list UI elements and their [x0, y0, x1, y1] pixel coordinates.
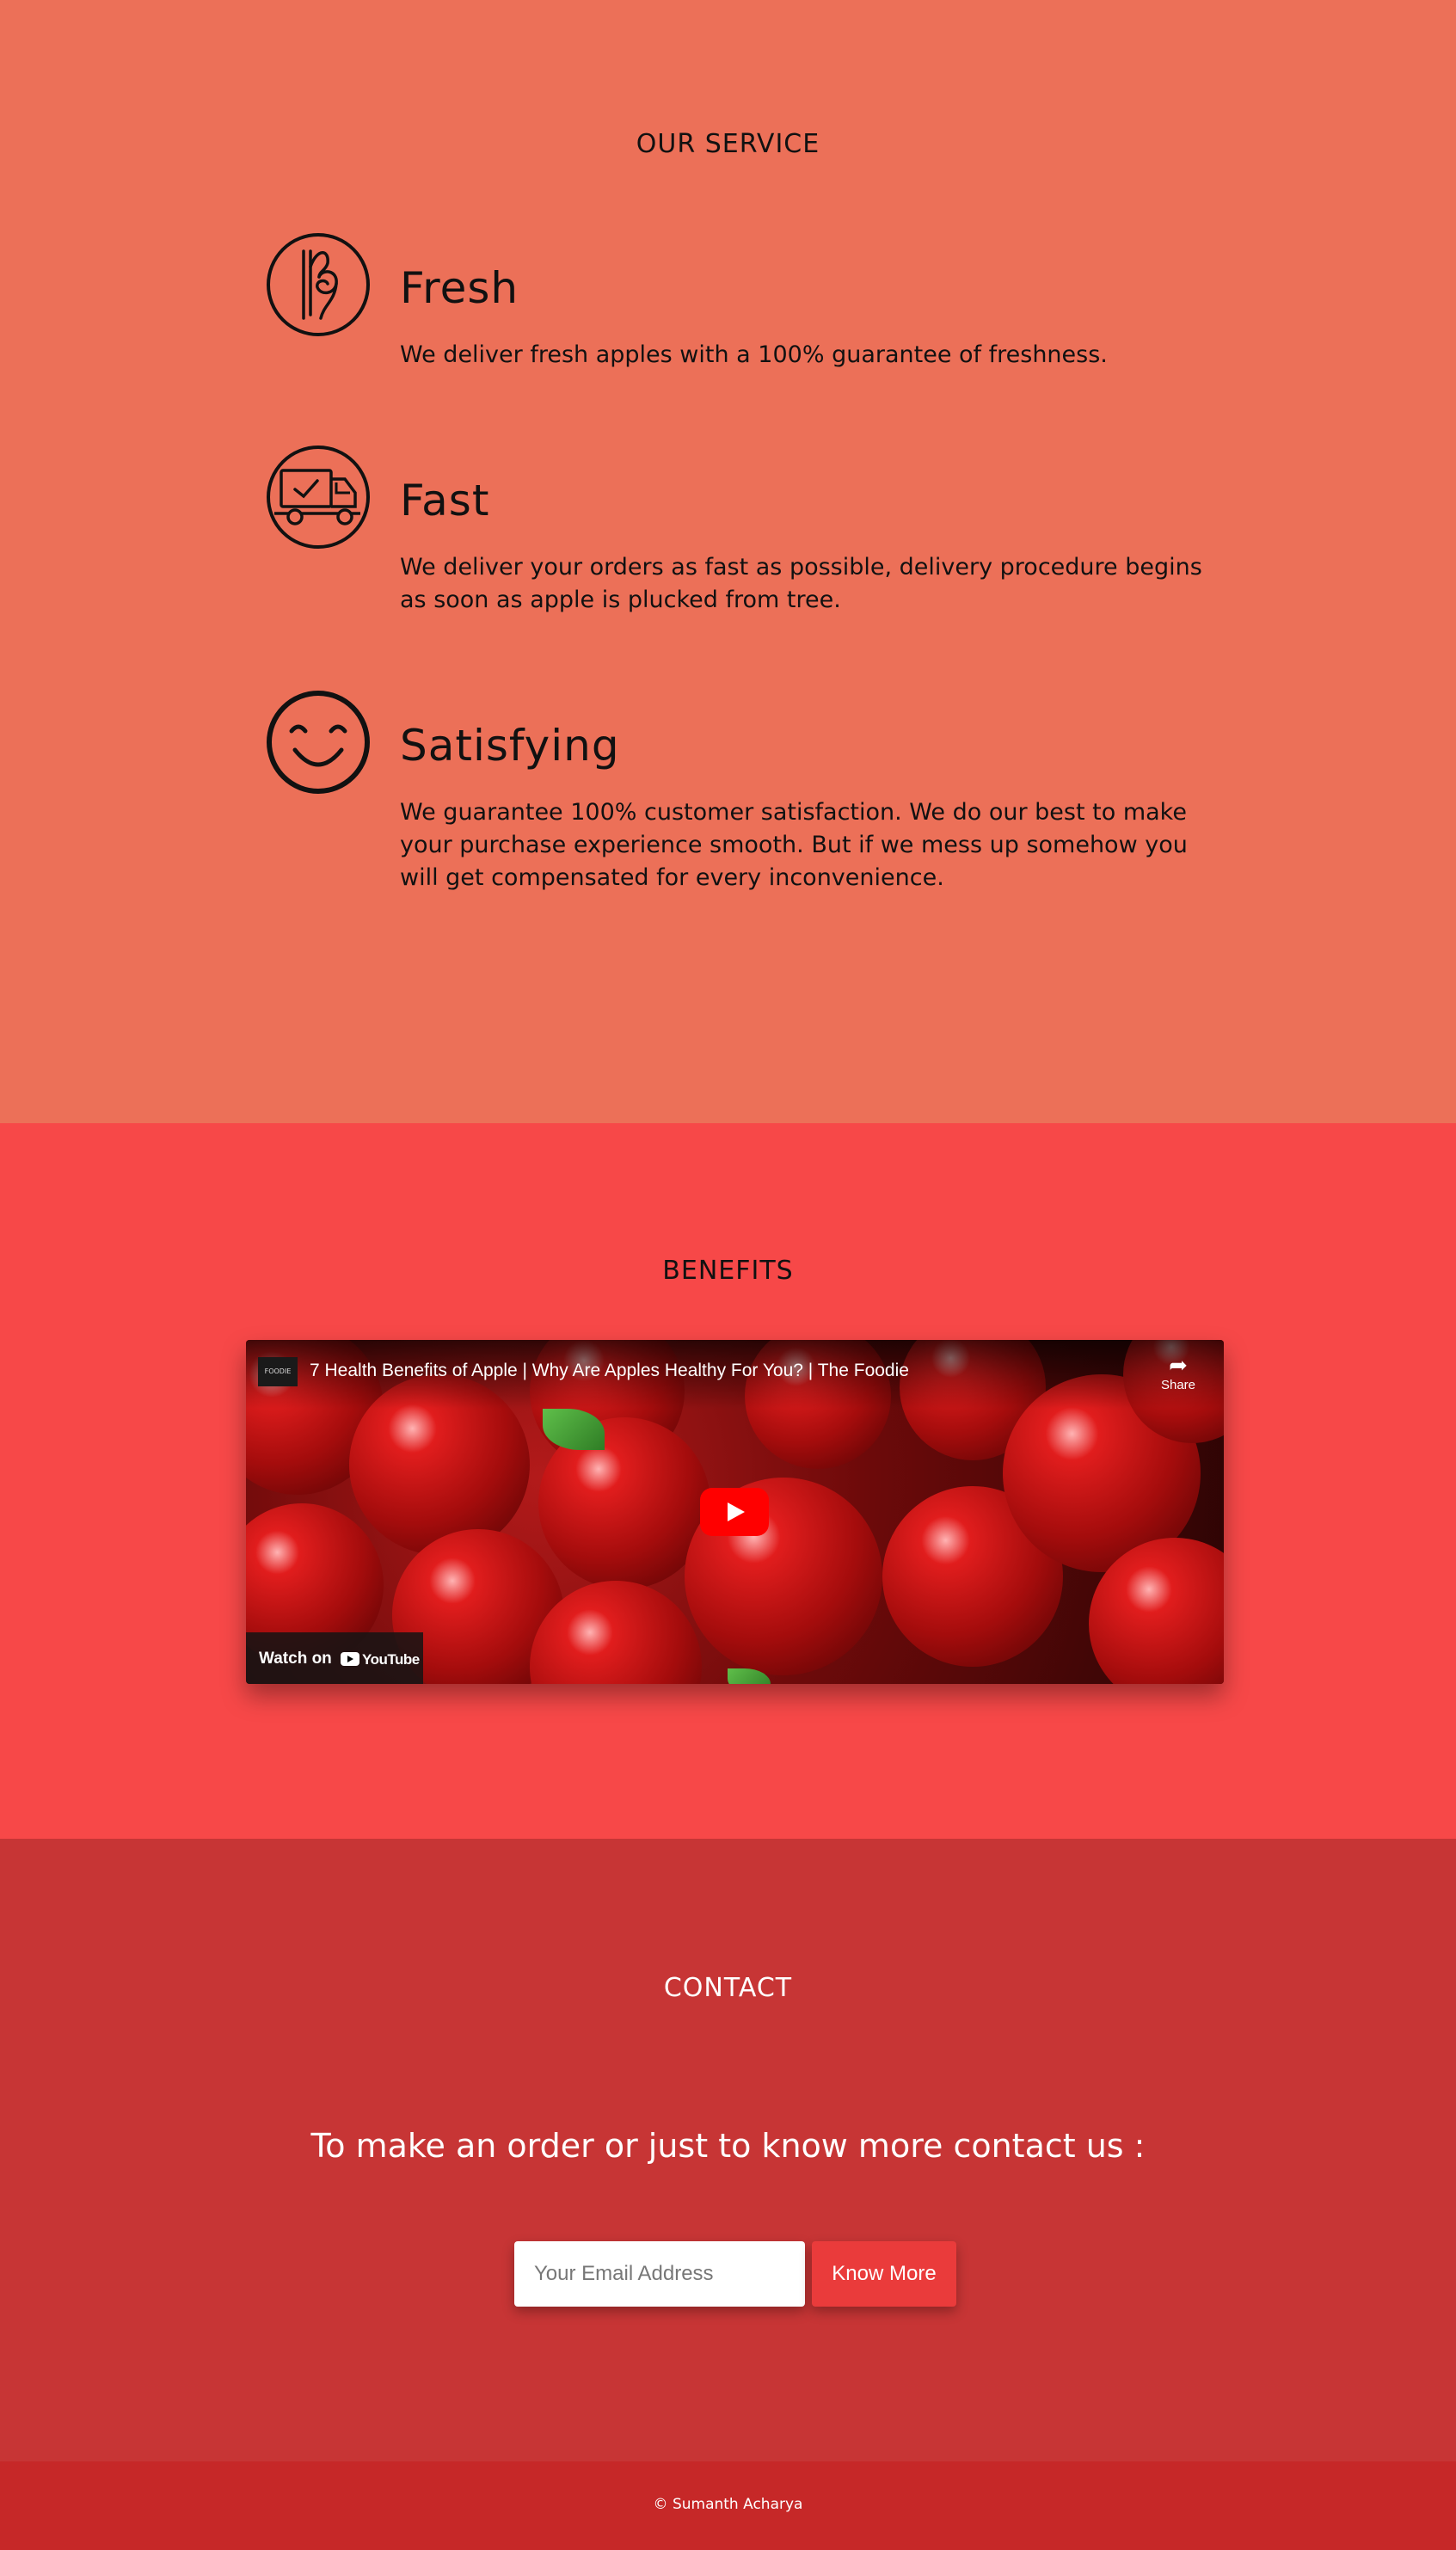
watch-on-label: Watch on: [259, 1650, 332, 1668]
feature-heading: Fresh: [400, 263, 519, 313]
share-icon: ➦: [1169, 1352, 1188, 1378]
feature-text: We guarantee 100% customer satisfaction.…: [400, 799, 1188, 891]
youtube-play-icon: [341, 1652, 359, 1666]
email-input[interactable]: [514, 2241, 805, 2307]
youtube-video-embed[interactable]: FOODIE 7 Health Benefits of Apple | Why …: [246, 1340, 1224, 1684]
watch-on-youtube-button[interactable]: Watch on YouTube: [246, 1632, 423, 1684]
smiley-face-icon: [267, 691, 370, 794]
delivery-truck-icon: [267, 445, 370, 549]
contact-text: To make an order or just to know more co…: [310, 2127, 1146, 2165]
feature-text: We deliver your orders as fast as possib…: [400, 554, 1202, 613]
benefits-title: BENEFITS: [662, 1256, 794, 1286]
youtube-logo: YouTube: [341, 1651, 420, 1668]
feature-text: We deliver fresh apples with a 100% guar…: [400, 341, 1108, 368]
footer: © Sumanth Acharya: [0, 2461, 1456, 2550]
benefits-section: BENEFITS FOODIE 7 Health Benefits of App…: [0, 1123, 1456, 1839]
feature-heading: Fast: [400, 476, 490, 525]
play-button[interactable]: [700, 1488, 769, 1536]
ok-hand-icon: [267, 233, 370, 336]
channel-logo[interactable]: FOODIE: [258, 1357, 298, 1386]
service-section: OUR SERVICE Fresh We deliver fresh apple…: [0, 0, 1456, 1123]
service-title: OUR SERVICE: [636, 129, 820, 159]
contact-title: CONTACT: [663, 1973, 793, 2003]
know-more-button[interactable]: Know More: [812, 2241, 956, 2307]
share-button[interactable]: ➦ Share: [1158, 1352, 1198, 1392]
video-title[interactable]: 7 Health Benefits of Apple | Why Are App…: [310, 1361, 909, 1381]
copyright-text: © Sumanth Acharya: [653, 2496, 803, 2513]
share-label: Share: [1160, 1378, 1196, 1392]
contact-section: CONTACT To make an order or just to know…: [0, 1839, 1456, 2461]
feature-heading: Satisfying: [400, 721, 620, 771]
